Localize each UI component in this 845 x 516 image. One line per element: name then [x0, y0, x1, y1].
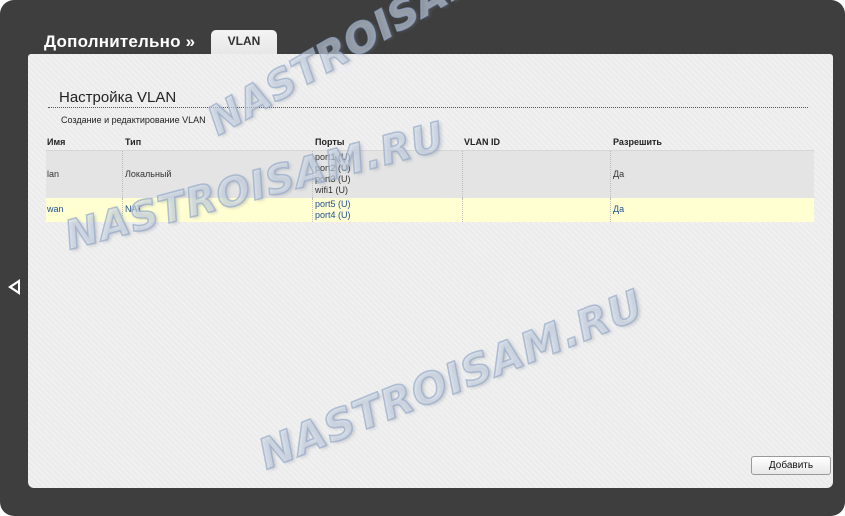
column-separator	[610, 198, 611, 222]
section-subtitle: Создание и редактирование VLAN	[61, 115, 206, 125]
column-header-ports: Порты	[315, 137, 345, 147]
page-title: Дополнительно »	[44, 32, 196, 51]
cell-type: Локальный	[125, 169, 172, 179]
port-entry: port4 (U)	[315, 210, 351, 220]
vlan-table: Имя Тип Порты VLAN ID Разрешить lan Лока…	[46, 137, 814, 222]
port-entry: port2 (U)	[315, 163, 351, 173]
tab-vlan[interactable]: VLAN	[211, 30, 277, 56]
port-entry: wifi1 (U)	[315, 185, 348, 195]
column-header-enabled: Разрешить	[613, 137, 662, 147]
table-row[interactable]: lan Локальный port1 (U) port2 (U) port3 …	[46, 150, 814, 198]
column-separator	[122, 151, 123, 198]
port-entry: port5 (U)	[315, 199, 351, 209]
cell-enabled: Да	[613, 169, 625, 179]
port-entry: port1 (U)	[315, 152, 351, 162]
cell-enabled: Да	[613, 204, 625, 214]
add-button[interactable]: Добавить	[751, 456, 831, 475]
app-frame: Дополнительно » VLAN Настройка VLAN Созд…	[0, 0, 845, 516]
column-separator	[312, 151, 313, 198]
section-divider	[48, 107, 808, 108]
column-separator	[122, 198, 123, 222]
cell-name: wan	[47, 204, 64, 214]
section-title: Настройка VLAN	[59, 89, 177, 106]
cell-ports: port5 (U) port4 (U)	[315, 199, 351, 221]
column-separator	[610, 151, 611, 198]
column-header-name: Имя	[47, 137, 66, 147]
cell-name: lan	[47, 169, 60, 179]
column-separator	[312, 198, 313, 222]
cell-type: NAT	[125, 204, 143, 214]
column-header-type: Тип	[125, 137, 142, 147]
table-row[interactable]: wan NAT port5 (U) port4 (U) Да	[46, 198, 814, 222]
table-header: Имя Тип Порты VLAN ID Разрешить	[46, 137, 814, 150]
cell-ports: port1 (U) port2 (U) port3 (U) wifi1 (U)	[315, 152, 351, 196]
column-separator	[462, 151, 463, 198]
port-entry: port3 (U)	[315, 174, 351, 184]
column-header-vlan-id: VLAN ID	[464, 137, 500, 147]
chevron-left-icon-inner	[12, 283, 18, 291]
column-separator	[462, 198, 463, 222]
